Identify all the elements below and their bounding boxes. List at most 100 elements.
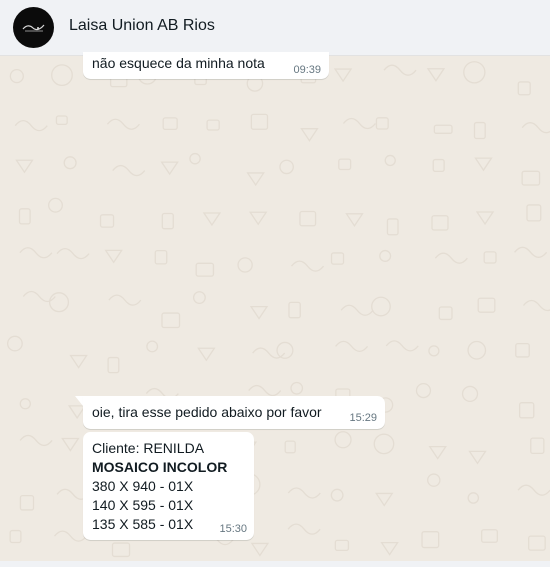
wallpaper-doodle: [330, 252, 345, 265]
wallpaper-doodle: [474, 157, 493, 172]
wallpaper-doodle: [56, 247, 90, 260]
wallpaper-doodle: [161, 212, 174, 230]
wallpaper-doodle: [431, 215, 449, 231]
wallpaper-doodle: [18, 208, 31, 225]
message-tail: [75, 396, 83, 406]
wallpaper-doodle: [288, 301, 301, 319]
wallpaper-doodle: [385, 340, 419, 352]
wallpaper-doodle: [333, 68, 353, 83]
wallpaper-doodle: [463, 61, 486, 84]
chat-header: Laisa Union AB Rios: [0, 0, 550, 56]
wallpaper-doodle: [375, 117, 389, 130]
wallpaper-doodle: [19, 398, 31, 410]
wallpaper-doodle: [428, 345, 440, 357]
message-time: 15:29: [349, 412, 377, 424]
wallpaper-doodle: [197, 347, 216, 362]
wallpaper-doodle: [246, 172, 265, 187]
wallpaper-doodle: [54, 530, 88, 542]
wallpaper-doodle: [19, 247, 53, 259]
wallpaper-doodle: [19, 494, 35, 511]
wallpaper-doodle: [383, 64, 417, 76]
wallpaper-doodle: [438, 306, 453, 321]
wallpaper-doodle: [335, 340, 369, 353]
wallpaper-doodle: [517, 81, 531, 96]
message-line-size: 380 X 940 - 01X: [92, 478, 194, 494]
wallpaper-doodle: [9, 68, 24, 84]
wallpaper-doodle: [345, 213, 364, 227]
message-text: Cliente: RENILDA MOSAICO INCOLOR 380 X 9…: [92, 439, 227, 534]
wallpaper-doodle: [386, 218, 399, 236]
wallpaper-doodle: [380, 541, 399, 556]
wallpaper-doodle: [189, 152, 201, 165]
message-line-size: 140 X 595 - 01X: [92, 497, 194, 513]
wallpaper-doodle: [371, 296, 391, 317]
wallpaper-doodle: [428, 445, 447, 460]
wallpaper-doodle: [421, 531, 440, 549]
wallpaper-doodle: [299, 210, 317, 227]
wallpaper-doodle: [162, 117, 178, 131]
wallpaper-doodle: [160, 161, 179, 176]
message-line-product: MOSAICO INCOLOR: [92, 459, 228, 475]
wallpaper-doodle: [106, 118, 140, 130]
wallpaper-doodle: [154, 249, 168, 265]
wallpaper-doodle: [284, 440, 296, 454]
wallpaper-doodle: [522, 299, 550, 312]
wallpaper-doodle: [161, 312, 181, 329]
wallpaper-doodle: [63, 156, 77, 170]
wallpaper-doodle: [195, 262, 215, 277]
wallpaper-doodle: [300, 128, 319, 142]
wallpaper-doodle: [146, 340, 159, 353]
wallpaper-doodle: [384, 154, 396, 167]
wallpaper-doodle: [249, 305, 269, 320]
wallpaper-doodle: [111, 542, 131, 558]
wallpaper-doodle: [342, 117, 376, 130]
wallpaper-doodle: [55, 115, 68, 126]
wallpaper-doodle: [432, 158, 445, 173]
wallpaper-doodle: [373, 433, 395, 455]
message-bubble[interactable]: oie, tira esse pedido abaixo por favor 1…: [83, 396, 385, 429]
wallpaper-doodle: [248, 211, 268, 226]
wallpaper-doodle: [202, 212, 222, 227]
wallpaper-doodle: [375, 492, 394, 507]
message-time: 09:39: [293, 64, 321, 76]
wallpaper-doodle: [237, 257, 253, 273]
wallpaper-doodle: [473, 121, 486, 140]
wallpaper-doodle: [528, 535, 546, 551]
message-bubble[interactable]: Cliente: RENILDA MOSAICO INCOLOR 380 X 9…: [83, 432, 254, 540]
wallpaper-doodle: [287, 487, 321, 499]
message-line-client: Cliente: RENILDA: [92, 440, 205, 456]
wallpaper-doodle: [467, 340, 487, 360]
message-text: não esquece da minha nota: [92, 55, 265, 71]
wallpaper-doodle: [290, 381, 304, 395]
wallpaper-doodle: [107, 356, 120, 374]
wallpaper-doodle: [467, 492, 480, 504]
message-bubble[interactable]: não esquece da minha nota 09:39: [83, 52, 329, 79]
message-time: 15:30: [219, 523, 247, 535]
wallpaper-doodle: [14, 120, 48, 132]
wallpaper-doodle: [9, 529, 22, 544]
wallpaper-doodle: [48, 197, 63, 213]
wallpaper-doodle: [340, 304, 374, 316]
wallpaper-doodle: [518, 402, 535, 419]
wallpaper-doodle: [477, 297, 496, 313]
bottom-bar: [0, 561, 550, 567]
wallpaper-doodle: [379, 249, 392, 262]
contact-avatar[interactable]: [13, 7, 54, 48]
wallpaper-doodle: [15, 159, 34, 174]
wallpaper-doodle: [475, 211, 495, 226]
wallpaper-doodle: [521, 170, 541, 186]
wallpaper-doodle: [112, 164, 146, 177]
message-line-size: 135 X 585 - 01X: [92, 516, 194, 532]
wallpaper-doodle: [19, 434, 53, 447]
contact-name[interactable]: Laisa Union AB Rios: [69, 17, 215, 35]
wallpaper-doodle: [51, 64, 73, 87]
wallpaper-doodle: [481, 529, 498, 543]
wallpaper-doodle: [248, 384, 282, 397]
wallpaper-doodle: [192, 291, 206, 305]
wallpaper-doodle: [61, 437, 80, 452]
wallpaper-doodle: [334, 431, 352, 449]
logo-icon: [22, 24, 45, 32]
message-text: oie, tira esse pedido abaixo por favor: [92, 404, 322, 420]
wallpaper-doodle: [6, 335, 23, 352]
wallpaper-doodle: [415, 382, 432, 399]
